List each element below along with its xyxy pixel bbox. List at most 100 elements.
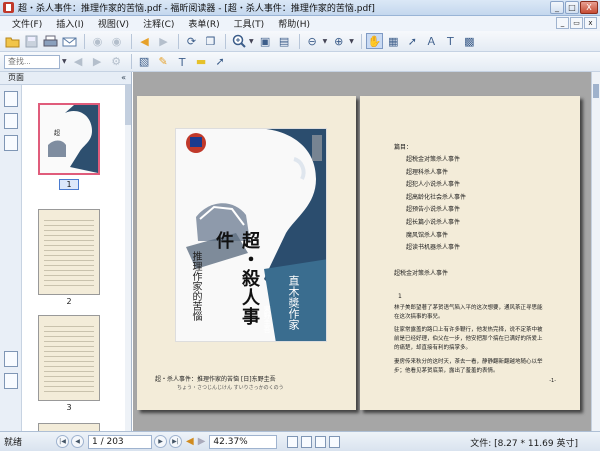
fit-width-icon[interactable]: ▤	[276, 33, 293, 49]
menu-help[interactable]: 帮助(H)	[272, 17, 316, 30]
menu-comment[interactable]: 注释(C)	[137, 17, 180, 30]
next-page-icon[interactable]: ◉	[108, 33, 125, 49]
first-page-button[interactable]: |◀	[56, 435, 69, 448]
text-tool-icon[interactable]: Ｔ	[442, 33, 459, 49]
rotate-icon[interactable]: ⟳	[183, 33, 200, 49]
pencil-icon[interactable]: ✎	[155, 54, 172, 70]
arrow-tool-icon[interactable]: ➚	[212, 54, 229, 70]
continuous-icon[interactable]	[301, 435, 313, 448]
main-toolbar: ◉ ◉ ◀ ▶ ⟳ ❐ ▼ ▣ ▤ ⊖ ▼ ⊕ ▼ ✋ ▦ ➚ Ａ Ｔ ▩	[0, 31, 600, 52]
arrow-right-icon[interactable]: ▶	[155, 33, 172, 49]
prev-page-button[interactable]: ◀	[71, 435, 84, 448]
image-tool-icon[interactable]: ▩	[461, 33, 478, 49]
email-icon[interactable]	[61, 33, 78, 49]
cover-caption: 超・杀人事件：推理作家的苦恼 [日]东野圭吾	[155, 376, 276, 383]
layers-tab-icon[interactable]	[3, 135, 18, 151]
zoom-in-circle-icon[interactable]: ⊕	[330, 33, 347, 49]
bookmarks-tab-icon[interactable]	[3, 113, 18, 129]
text-box-icon[interactable]: Ｔ	[174, 54, 191, 70]
next-page-button[interactable]: ▶	[154, 435, 167, 448]
toc-item: 超税金对策杀人事件	[406, 156, 461, 163]
find-next-icon[interactable]: ▶	[89, 54, 106, 70]
select-arrow-icon[interactable]: ➚	[404, 33, 421, 49]
page-thumbnail[interactable]	[38, 209, 100, 295]
doc-minimize-button[interactable]: _	[556, 17, 569, 29]
maximize-button[interactable]: □	[565, 1, 579, 14]
chevron-down-icon[interactable]: ▼	[249, 38, 254, 45]
facing-icon[interactable]	[315, 435, 327, 448]
chevron-down-icon[interactable]: ▼	[62, 58, 67, 65]
toolbar-separator	[225, 33, 226, 49]
menu-bar: 文件(F) 插入(I) 视图(V) 注释(C) 表单(R) 工具(T) 帮助(H…	[0, 16, 600, 31]
menu-form[interactable]: 表单(R)	[182, 17, 225, 30]
single-page-icon[interactable]	[287, 435, 299, 448]
pages-tab-icon[interactable]	[3, 91, 18, 107]
cover-caption-romaji: ちょう・さつじんじけん すいりさっかのくのう	[177, 385, 284, 391]
chevron-down-icon[interactable]: ▼	[349, 38, 354, 45]
zoom-out-circle-icon[interactable]: ⊖	[304, 33, 321, 49]
panel-tab-strip	[0, 85, 22, 431]
printer-icon[interactable]	[42, 33, 59, 49]
toolbar-separator	[84, 33, 85, 49]
page-1: 超・殺人事件 推理作家的苦惱 直木獎作家 東野圭吾 超・杀人事件：推理作家的苦恼…	[137, 96, 356, 410]
folder-open-icon[interactable]	[4, 33, 21, 49]
status-bar: 就绪 |◀ ◀ 1 / 203 ▶ ▶| ◀ ▶ 42.37% 文件: [8.2…	[0, 431, 600, 451]
last-page-button[interactable]: ▶|	[169, 435, 182, 448]
collapse-panel-icon[interactable]: «	[121, 72, 126, 84]
body-paragraph: 妻房传来秋分的这时天，茶去一看，静静翻新翻越地随心以举步；他看见茅贺底菜，露出了…	[394, 359, 543, 374]
menu-file[interactable]: 文件(F)	[6, 17, 48, 30]
save-icon[interactable]	[23, 33, 40, 49]
text-select-icon[interactable]: Ａ	[423, 33, 440, 49]
thumbnail-text-lines	[44, 322, 94, 394]
document-view[interactable]: 超・殺人事件 推理作家的苦惱 直木獎作家 東野圭吾 超・杀人事件：推理作家的苦恼…	[133, 72, 591, 431]
page-number: -1-	[549, 378, 556, 384]
continuous-facing-icon[interactable]	[329, 435, 341, 448]
arrow-left-icon[interactable]: ◀	[136, 33, 153, 49]
arrow-left-icon[interactable]: ◀	[186, 436, 194, 447]
menu-tools[interactable]: 工具(T)	[228, 17, 271, 30]
pages-panel-header: 页面 «	[0, 72, 131, 85]
toc-item: 超长篇小说杀人事件	[406, 218, 461, 226]
document-scrollbar[interactable]	[591, 72, 600, 431]
note-icon[interactable]: ▬	[193, 54, 210, 70]
zoom-field[interactable]: 42.37%	[209, 434, 278, 449]
hand-tool-icon[interactable]: ✋	[365, 33, 383, 49]
thumbnail-label: 2	[66, 297, 72, 306]
typewriter-icon[interactable]: ▧	[136, 54, 153, 70]
toc-item: 超读书机器杀人事件	[406, 244, 461, 252]
chevron-down-icon[interactable]: ▼	[323, 38, 328, 45]
toc-list: 超税金对策杀人事件 超理科杀人事件 超犯人小说杀人事件 超高龄化社会杀人事件 超…	[406, 154, 466, 255]
menu-insert[interactable]: 插入(I)	[50, 17, 90, 30]
close-button[interactable]: X	[580, 1, 598, 14]
page-thumbnail[interactable]	[38, 315, 100, 401]
arrow-right-icon[interactable]: ▶	[198, 436, 206, 447]
snapshot-icon[interactable]: ▦	[385, 33, 402, 49]
toc-item: 超预告小说杀人事件	[406, 206, 461, 214]
prev-page-icon[interactable]: ◉	[89, 33, 106, 49]
toolbar-separator	[360, 33, 362, 49]
zoom-in-icon[interactable]	[230, 33, 247, 49]
find-options-icon[interactable]: ⚙	[108, 54, 125, 70]
menu-view[interactable]: 视图(V)	[92, 17, 135, 30]
page-thumbnail[interactable]: 超	[38, 103, 100, 175]
book-cover-image: 超・殺人事件 推理作家的苦惱 直木獎作家 東野圭吾	[175, 128, 327, 342]
find-prev-icon[interactable]: ◀	[70, 54, 87, 70]
file-size-info: 文件: [8.27 * 11.69 英寸]	[470, 439, 578, 449]
doc-close-button[interactable]: x	[584, 17, 597, 29]
attachments-tab-icon[interactable]	[3, 373, 18, 389]
thumbnail-label: 3	[66, 403, 72, 412]
app-icon	[3, 2, 14, 13]
thumbnail-list: 超 1 2 3	[22, 85, 126, 431]
page-number-field[interactable]: 1 / 203	[88, 434, 152, 449]
page-copy-icon[interactable]: ❐	[202, 33, 219, 49]
cover-title: 超・殺人事件	[213, 231, 260, 326]
comments-tab-icon[interactable]	[3, 351, 18, 367]
search-input[interactable]	[4, 54, 60, 69]
fit-page-icon[interactable]: ▣	[257, 33, 274, 49]
minimize-button[interactable]: _	[550, 1, 564, 14]
page-thumbnail[interactable]	[38, 423, 100, 431]
section-marker: 1	[398, 293, 402, 300]
toc-heading: 篇目：	[394, 144, 413, 151]
doc-restore-button[interactable]: ▭	[570, 17, 583, 29]
thumbnail-scrollbar[interactable]	[125, 85, 131, 431]
